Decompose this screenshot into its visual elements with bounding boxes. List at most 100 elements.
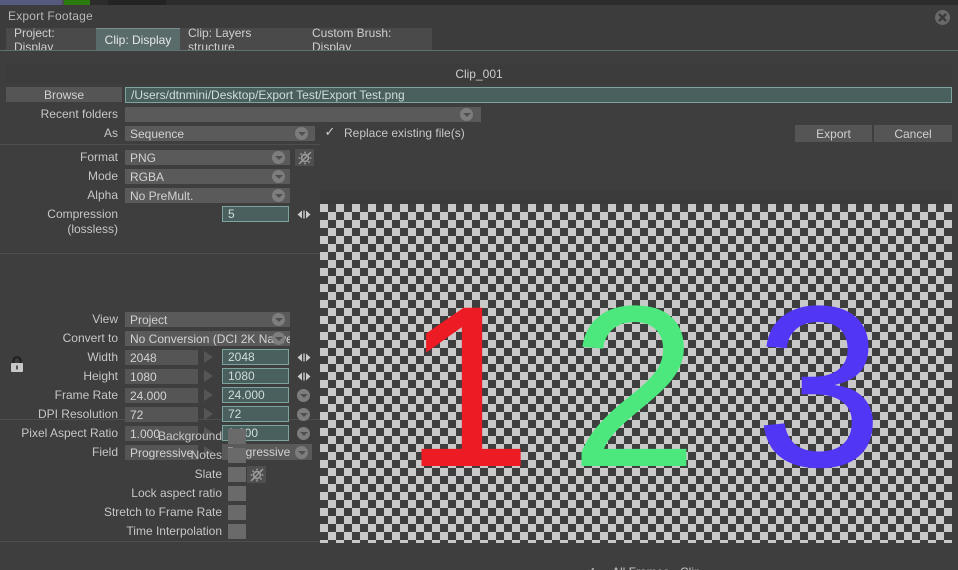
preview-area[interactable]: 123	[320, 190, 952, 543]
lock-closed-icon[interactable]	[10, 356, 24, 373]
source-value: 2048	[130, 350, 157, 365]
export-button[interactable]: Export	[795, 125, 872, 142]
copy-arrow-icon[interactable]	[204, 351, 213, 363]
label-slate: Slate	[194, 467, 222, 481]
as-value: Sequence	[130, 126, 185, 141]
source-frame-rate: 24.000	[125, 388, 198, 403]
label-format: Format	[79, 150, 118, 164]
label-notes: Notes	[190, 448, 222, 462]
compression-value: 5	[228, 207, 235, 221]
label-background: Background	[157, 429, 222, 443]
chevron-down-icon-as[interactable]	[295, 127, 308, 140]
label-alpha: Alpha	[87, 188, 118, 202]
clip-header: Clip_001	[6, 64, 952, 84]
target-frame-rate-combo[interactable]: 24.000	[222, 387, 289, 403]
preview-digit-2: 2	[570, 258, 698, 515]
export-footage-window: Export Footage Project: Display Clip: Dis…	[0, 0, 958, 570]
export-path-value: /Users/dtnmini/Desktop/Export Test/Expor…	[131, 88, 405, 102]
source-value: 24.000	[130, 388, 167, 403]
toggle-background[interactable]	[228, 429, 246, 444]
target-height-input[interactable]: 1080	[222, 368, 289, 384]
recent-folders-combo[interactable]	[125, 107, 481, 122]
source-dpi-resolution: 72	[125, 407, 198, 422]
title-bar: Export Footage	[0, 5, 958, 28]
chevron-down-icon-recent[interactable]	[460, 108, 473, 121]
replace-existing-checkbox[interactable]: ✓	[322, 124, 338, 139]
close-icon[interactable]	[935, 10, 950, 25]
target-height-stepper[interactable]	[297, 370, 311, 383]
slate-settings-gear-icon[interactable]	[247, 466, 266, 483]
preview-digit-1: 1	[404, 258, 532, 515]
target-value: 72	[228, 407, 242, 421]
chevron-down-icon[interactable]	[272, 170, 285, 183]
copy-arrow-icon[interactable]	[204, 408, 213, 420]
target-dpi-resolution-combo[interactable]: 72	[222, 406, 289, 422]
divider-4	[0, 541, 320, 542]
toggle-stretch-to-frame-rate[interactable]	[228, 505, 246, 520]
tab-label: Clip: Display	[104, 33, 172, 47]
toggle-time-interpolation[interactable]	[228, 524, 246, 539]
dialog-body: Clip_001 Browse /Users/dtnmini/Desktop/E…	[0, 51, 958, 570]
label-convert-to: Convert to	[62, 331, 118, 345]
tab-bar: Project: Display Clip: Display Clip: Layer…	[0, 26, 958, 54]
label-time-interpolation: Time Interpolation	[126, 524, 222, 538]
source-height: 1080	[125, 369, 198, 384]
toggle-slate[interactable]	[228, 467, 246, 482]
chevron-down-icon[interactable]	[272, 189, 285, 202]
divider-1	[0, 144, 320, 145]
tab-clip-display[interactable]: Clip: Display	[96, 28, 180, 51]
chevron-down-icon[interactable]	[297, 389, 310, 402]
tab-project-display[interactable]: Project: Display	[6, 26, 96, 54]
toggle-notes[interactable]	[228, 448, 246, 463]
combo-mode[interactable]: RGBA	[125, 169, 290, 184]
combo-format[interactable]: PNG	[125, 150, 290, 165]
replace-existing-label: Replace existing file(s)	[344, 126, 465, 140]
export-path-input[interactable]: /Users/dtnmini/Desktop/Export Test/Expor…	[125, 87, 952, 103]
browse-button-label: Browse	[43, 87, 84, 102]
as-combo[interactable]: Sequence	[125, 126, 315, 141]
chevron-down-icon[interactable]	[297, 408, 310, 421]
target-value: 2048	[228, 350, 255, 364]
input-compression[interactable]: 5	[222, 206, 289, 222]
source-width: 2048	[125, 350, 198, 365]
target-width-input[interactable]: 2048	[222, 349, 289, 365]
cancel-button-label: Cancel	[894, 126, 932, 141]
as-label: As	[103, 126, 118, 140]
label-view: View	[92, 312, 118, 326]
target-value: 24.000	[228, 388, 265, 402]
copy-arrow-icon[interactable]	[204, 389, 213, 401]
chevron-down-icon[interactable]	[272, 332, 285, 345]
cancel-button[interactable]: Cancel	[874, 125, 952, 142]
recent-folders-label: Recent folders	[40, 107, 118, 121]
label-compression-lossless: Compression (lossless)	[47, 207, 118, 236]
label-dpi-resolution: DPI Resolution	[37, 407, 118, 421]
combo-value: PNG	[130, 150, 157, 165]
combo-alpha[interactable]: No PreMult.	[125, 188, 290, 203]
combo-view[interactable]: Project	[125, 312, 290, 327]
copy-arrow-icon[interactable]	[204, 370, 213, 382]
chevron-down-icon[interactable]	[295, 446, 308, 459]
label-mode: Mode	[87, 169, 118, 183]
tab-clip-layers-structure[interactable]: Clip: Layers structure	[180, 26, 304, 54]
toggle-lock-aspect-ratio[interactable]	[228, 486, 246, 501]
target-width-stepper[interactable]	[297, 351, 311, 364]
preview-digit-3: 3	[755, 258, 883, 515]
compression-stepper[interactable]	[297, 208, 311, 221]
format-settings-gear-icon[interactable]	[295, 149, 314, 166]
chevron-down-icon[interactable]	[272, 151, 285, 164]
combo-value: No Conversion (DCI 2K Native )	[130, 331, 290, 346]
clip-title: Clip_001	[455, 67, 503, 81]
window-title: Export Footage	[8, 9, 93, 23]
target-value: 1080	[228, 369, 255, 383]
label-frame-rate: Frame Rate	[54, 388, 118, 402]
chevron-down-icon[interactable]	[272, 313, 285, 326]
combo-value: No PreMult.	[130, 188, 194, 203]
combo-value: Project	[130, 312, 168, 327]
divider-2	[0, 253, 320, 254]
all-frames-checkbox[interactable]: ✓	[583, 564, 599, 570]
browse-button[interactable]: Browse	[6, 87, 122, 102]
export-button-label: Export	[816, 126, 851, 141]
chevron-down-icon[interactable]	[297, 427, 310, 440]
tab-custom-brush-display[interactable]: Custom Brush: Display	[304, 26, 432, 54]
combo-convert-to[interactable]: No Conversion (DCI 2K Native )	[125, 331, 290, 346]
